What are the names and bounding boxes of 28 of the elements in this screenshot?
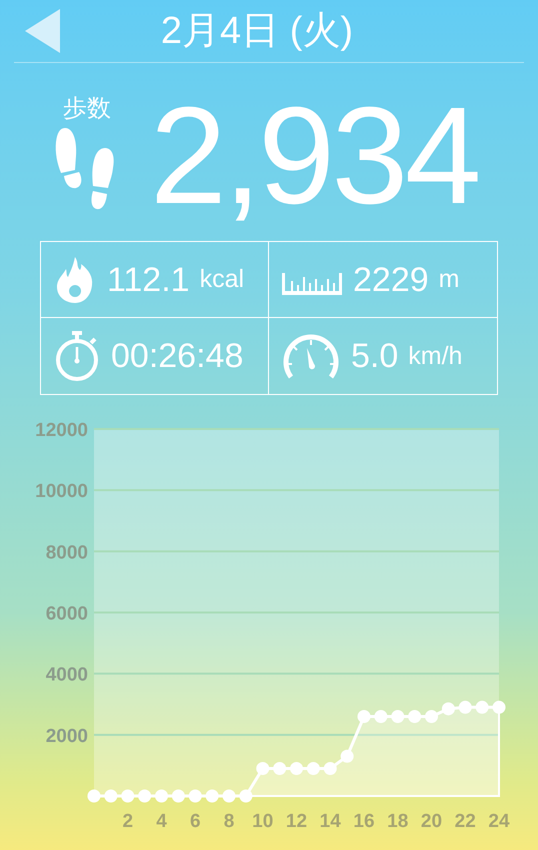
y-axis-label: 12000 [35, 420, 88, 441]
y-axis-label: 6000 [46, 604, 88, 624]
stat-value: 00:26:48 [111, 339, 244, 373]
x-axis-label: 10 [252, 811, 274, 832]
stat-unit: m [438, 267, 460, 292]
steps-label: 歩数 [63, 94, 111, 124]
x-axis-label: 4 [156, 811, 167, 832]
date-title: 2月4日 (火) [160, 8, 354, 54]
stat-unit: km/h [408, 344, 462, 368]
x-axis-label: 16 [353, 811, 375, 832]
y-axis-label: 4000 [46, 664, 88, 686]
x-axis-label: 20 [420, 811, 442, 832]
y-axis-label: 10000 [35, 481, 88, 502]
x-axis-label: 12 [286, 811, 308, 832]
x-axis-label: 18 [387, 811, 408, 832]
x-axis-label: 14 [320, 811, 341, 832]
stat-value: 112.1 [107, 262, 190, 296]
x-axis-label: 24 [488, 811, 510, 832]
x-axis-label: 22 [454, 811, 476, 832]
stat-value: 2229 [353, 262, 429, 296]
x-axis-label: 2 [122, 811, 134, 832]
step-count: 2,934 [150, 87, 478, 225]
x-axis-label: 8 [224, 811, 234, 832]
y-axis-label: 8000 [46, 542, 88, 564]
y-axis-label: 2000 [46, 726, 88, 747]
x-axis-label: 6 [190, 811, 201, 832]
stat-unit: kcal [200, 267, 244, 292]
stat-value: 5.0 [351, 339, 398, 373]
